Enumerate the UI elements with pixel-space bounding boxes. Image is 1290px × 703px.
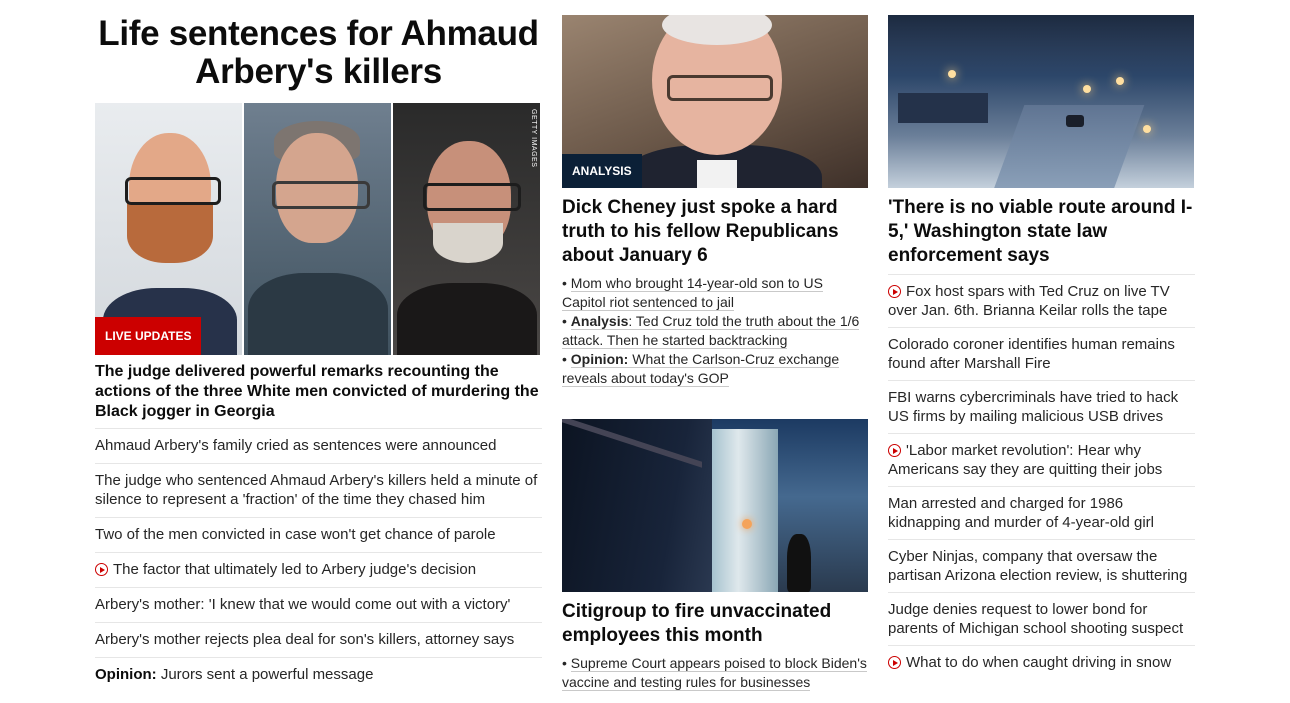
middle-column: ANALYSIS Dick Cheney just spoke a hard t…: [562, 0, 868, 692]
link-text: FBI warns cybercriminals have tried to h…: [888, 389, 1179, 425]
lead-links: Ahmaud Arbery's family cried as sentence…: [95, 428, 542, 692]
lead-title[interactable]: Life sentences for Ahmaud Arbery's kille…: [95, 15, 542, 91]
image-credit: GETTY IMAGES: [530, 109, 537, 168]
link-text: Jurors sent a powerful message: [160, 666, 374, 683]
play-icon: [888, 656, 901, 669]
cheney-headline[interactable]: Dick Cheney just spoke a hard truth to h…: [562, 196, 868, 268]
headline-link[interactable]: Arbery's mother rejects plea deal for so…: [95, 622, 542, 657]
headline-link[interactable]: Arbery's mother: 'I knew that we would c…: [95, 587, 542, 622]
link-text: The factor that ultimately led to Arbery…: [113, 561, 477, 578]
related-link[interactable]: • Analysis: Ted Cruz told the truth abou…: [562, 312, 868, 350]
headline-link[interactable]: What to do when caught driving in snow: [888, 645, 1195, 679]
link-text: Judge denies request to lower bond for p…: [888, 601, 1184, 637]
link-text: Cyber Ninjas, company that oversaw the p…: [888, 548, 1188, 584]
related-link[interactable]: • Mom who brought 14-year-old son to US …: [562, 274, 868, 312]
link-text: Supreme Court appears poised to block Bi…: [562, 655, 867, 690]
headline-link[interactable]: Two of the men convicted in case won't g…: [95, 517, 542, 552]
lead-column: Life sentences for Ahmaud Arbery's kille…: [95, 0, 542, 692]
related-link[interactable]: • Supreme Court appears poised to block …: [562, 654, 868, 692]
link-text: Fox host spars with Ted Cruz on live TV …: [888, 283, 1170, 319]
link-prefix: Opinion:: [95, 666, 157, 683]
headline-link[interactable]: Colorado coroner identifies human remain…: [888, 327, 1195, 380]
link-text: Ahmaud Arbery's family cried as sentence…: [95, 437, 497, 454]
link-text: Mom who brought 14-year-old son to US Ca…: [562, 275, 823, 310]
link-text: Arbery's mother: 'I knew that we would c…: [95, 596, 511, 613]
play-icon: [888, 285, 901, 298]
citi-headline[interactable]: Citigroup to fire unvaccinated employees…: [562, 600, 868, 648]
link-text: What to do when caught driving in snow: [906, 654, 1172, 671]
right-column: 'There is no viable route around I-5,' W…: [888, 0, 1195, 679]
link-text: Man arrested and charged for 1986 kidnap…: [888, 495, 1154, 531]
citi-image[interactable]: [562, 419, 868, 592]
photo-william: [244, 103, 393, 355]
headline-link[interactable]: 'Labor market revolution': Hear why Amer…: [888, 433, 1195, 486]
headline-link[interactable]: Judge denies request to lower bond for p…: [888, 592, 1195, 645]
link-text: Two of the men convicted in case won't g…: [95, 526, 496, 543]
photo-gregory: GETTY IMAGES: [393, 103, 542, 355]
snow-highway-image[interactable]: [888, 15, 1194, 188]
lead-headline[interactable]: The judge delivered powerful remarks rec…: [95, 362, 542, 422]
citi-bullets: • Supreme Court appears poised to block …: [562, 654, 868, 692]
headline-link[interactable]: The factor that ultimately led to Arbery…: [95, 552, 542, 587]
headline-link[interactable]: Ahmaud Arbery's family cried as sentence…: [95, 428, 542, 463]
link-text: The judge who sentenced Ahmaud Arbery's …: [95, 472, 538, 508]
lead-image[interactable]: GETTY IMAGES LIVE UPDATES: [95, 103, 542, 355]
live-updates-badge: LIVE UPDATES: [95, 317, 202, 355]
headline-link[interactable]: Fox host spars with Ted Cruz on live TV …: [888, 274, 1195, 327]
related-link[interactable]: • Opinion: What the Carlson-Cruz exchang…: [562, 350, 868, 388]
link-prefix: Analysis: [570, 313, 629, 329]
cheney-bullets: • Mom who brought 14-year-old son to US …: [562, 274, 868, 388]
headline-link[interactable]: FBI warns cybercriminals have tried to h…: [888, 380, 1195, 433]
play-icon: [888, 444, 901, 457]
cheney-image[interactable]: ANALYSIS: [562, 15, 868, 188]
link-text: 'Labor market revolution': Hear why Amer…: [888, 442, 1163, 478]
play-icon: [95, 563, 108, 576]
washington-headline[interactable]: 'There is no viable route around I-5,' W…: [888, 196, 1195, 268]
analysis-badge: ANALYSIS: [562, 154, 642, 188]
washington-links: Fox host spars with Ted Cruz on live TV …: [888, 274, 1195, 679]
headline-link[interactable]: Cyber Ninjas, company that oversaw the p…: [888, 539, 1195, 592]
headline-link[interactable]: Opinion: Jurors sent a powerful message: [95, 657, 542, 692]
headline-link[interactable]: Man arrested and charged for 1986 kidnap…: [888, 486, 1195, 539]
link-text: Colorado coroner identifies human remain…: [888, 336, 1175, 372]
headline-link[interactable]: The judge who sentenced Ahmaud Arbery's …: [95, 463, 542, 517]
link-text: Arbery's mother rejects plea deal for so…: [95, 631, 515, 648]
link-prefix: Opinion:: [570, 351, 629, 367]
